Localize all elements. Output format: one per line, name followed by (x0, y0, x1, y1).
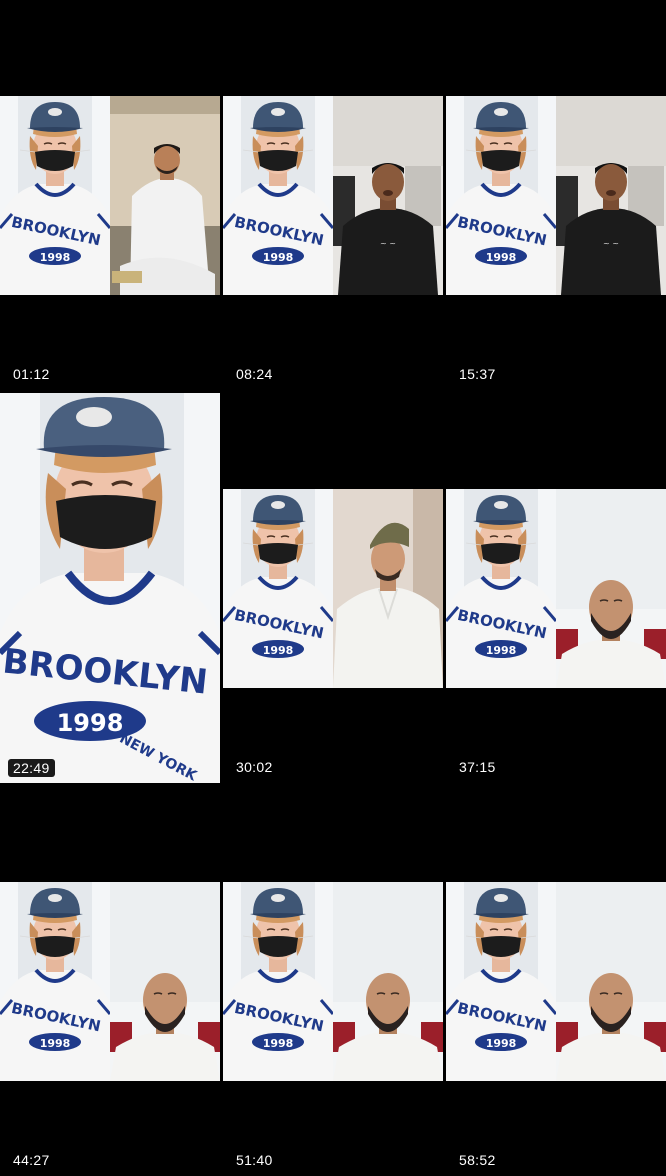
svg-text:1998: 1998 (263, 644, 294, 657)
svg-text:1998: 1998 (263, 251, 294, 264)
thumbnail-6[interactable]: BROOKLYN 1998 37:15 (446, 393, 666, 783)
man-black-tee-figure: ~ ~ (556, 96, 666, 295)
svg-text:1998: 1998 (486, 251, 517, 264)
masked-woman-figure: BROOKLYN 1998 NEW YORK (0, 393, 220, 783)
thumbnail-6-frame: BROOKLYN 1998 (446, 489, 666, 688)
bald-man-figure (556, 489, 666, 688)
man-black-tee-figure: ~ ~ (333, 96, 443, 295)
svg-text:~ ~: ~ ~ (603, 239, 619, 248)
svg-text:1998: 1998 (263, 1037, 294, 1050)
thumbnail-8[interactable]: BROOKLYN 1998 51:40 (223, 786, 443, 1176)
thumbnail-1-frame: BROOKLYN 1998 (0, 96, 220, 295)
masked-woman-figure: BROOKLYN 1998 (446, 96, 556, 295)
timestamp-label: 22:49 (8, 759, 55, 777)
thumbnail-3-frame: BROOKLYN 1998 ~ ~ (446, 96, 666, 295)
thumbnail-5-frame: BROOKLYN 1998 (223, 489, 443, 688)
svg-text:1998: 1998 (40, 251, 71, 264)
thumbnail-grid: BROOKLYN 1998 01:12 BROOKLYN 1998 ~ ~ 08… (0, 0, 666, 1176)
timestamp-label: 44:27 (13, 1152, 50, 1168)
thumbnail-7-frame: BROOKLYN 1998 (0, 882, 220, 1081)
masked-woman-figure: BROOKLYN 1998 (446, 882, 556, 1081)
timestamp-label: 15:37 (459, 366, 496, 382)
svg-text:1998: 1998 (486, 1037, 517, 1050)
timestamp-label: 30:02 (236, 759, 273, 775)
sitting-man-figure (110, 96, 220, 295)
timestamp-label: 01:12 (13, 366, 50, 382)
thumbnail-7[interactable]: BROOKLYN 1998 44:27 (0, 786, 220, 1176)
masked-woman-figure: BROOKLYN 1998 (223, 882, 333, 1081)
bald-man-figure (333, 882, 443, 1081)
timestamp-label: 58:52 (459, 1152, 496, 1168)
bald-man-figure (110, 882, 220, 1081)
thumbnail-4[interactable]: BROOKLYN 1998 NEW YORK 22:49 (0, 393, 220, 783)
thumbnail-1[interactable]: BROOKLYN 1998 01:12 (0, 0, 220, 390)
svg-text:1998: 1998 (486, 644, 517, 657)
svg-text:1998: 1998 (40, 1037, 71, 1050)
thumbnail-3[interactable]: BROOKLYN 1998 ~ ~ 15:37 (446, 0, 666, 390)
thumbnail-9-frame: BROOKLYN 1998 (446, 882, 666, 1081)
timestamp-label: 08:24 (236, 366, 273, 382)
thumbnail-2-frame: BROOKLYN 1998 ~ ~ (223, 96, 443, 295)
masked-woman-figure: BROOKLYN 1998 (223, 96, 333, 295)
masked-woman-figure: BROOKLYN 1998 (0, 96, 110, 295)
timestamp-label: 51:40 (236, 1152, 273, 1168)
svg-text:~ ~: ~ ~ (380, 239, 396, 248)
bald-man-figure (556, 882, 666, 1081)
masked-woman-figure: BROOKLYN 1998 (223, 489, 333, 688)
thumbnail-5[interactable]: BROOKLYN 1998 30:02 (223, 393, 443, 783)
masked-woman-figure: BROOKLYN 1998 (0, 882, 110, 1081)
thumbnail-9[interactable]: BROOKLYN 1998 58:52 (446, 786, 666, 1176)
man-cap-figure (333, 489, 443, 688)
timestamp-label: 37:15 (459, 759, 496, 775)
thumbnail-8-frame: BROOKLYN 1998 (223, 882, 443, 1081)
svg-text:1998: 1998 (57, 709, 124, 737)
thumbnail-4-frame: BROOKLYN 1998 NEW YORK (0, 393, 220, 783)
masked-woman-figure: BROOKLYN 1998 (446, 489, 556, 688)
thumbnail-2[interactable]: BROOKLYN 1998 ~ ~ 08:24 (223, 0, 443, 390)
